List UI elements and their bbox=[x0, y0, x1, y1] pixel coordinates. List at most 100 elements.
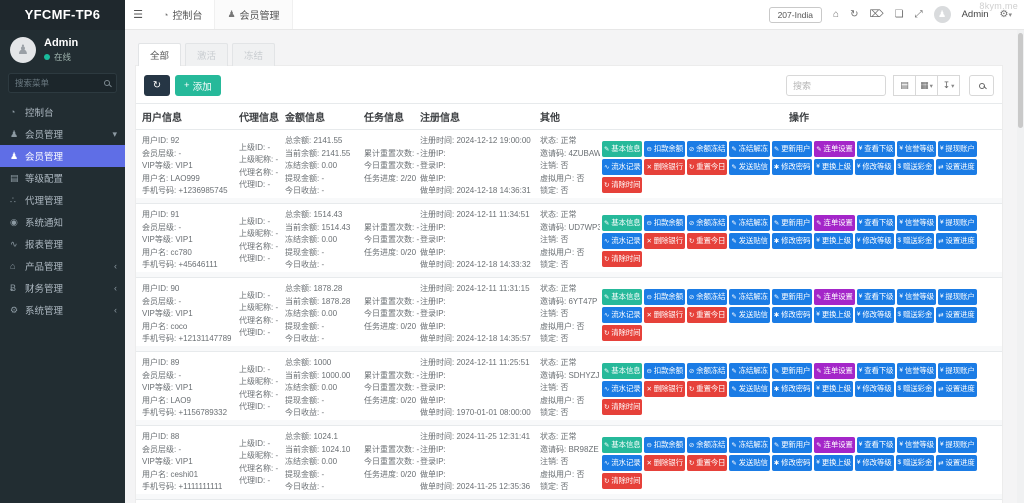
action-set-progress-button[interactable]: ⇄设置进度 bbox=[936, 233, 976, 249]
action-clear-time-button[interactable]: ↻清除时间 bbox=[602, 325, 642, 341]
table-search-input[interactable] bbox=[786, 75, 886, 96]
action-send-message-button[interactable]: ✎发送贴信 bbox=[729, 455, 769, 471]
sidebar-item-system[interactable]: ⚙系统管理‹ bbox=[0, 299, 125, 321]
action-clear-time-button[interactable]: ↻清除时间 bbox=[602, 399, 642, 415]
action-freeze-balance-button[interactable]: ⊘余额冻结 bbox=[687, 437, 727, 453]
action-change-password-button[interactable]: ✱修改密码 bbox=[772, 307, 812, 323]
action-unfreeze-button[interactable]: ✎冻结解冻 bbox=[729, 289, 769, 305]
action-combo-setting-button[interactable]: ✎连单设置 bbox=[814, 215, 854, 231]
action-change-level-button[interactable]: ¥修改等级 bbox=[855, 381, 894, 397]
action-unfreeze-button[interactable]: ✎冻结解冻 bbox=[729, 437, 769, 453]
action-basic-info-button[interactable]: ✎基本信息 bbox=[602, 289, 642, 305]
action-freeze-balance-button[interactable]: ⊘余额冻结 bbox=[687, 141, 727, 157]
topbar-tab-console[interactable]: ◔ 控制台 bbox=[151, 0, 214, 29]
action-deduct-balance-button[interactable]: ⊖扣款余额 bbox=[644, 363, 684, 379]
action-deduct-balance-button[interactable]: ⊖扣款余额 bbox=[644, 141, 684, 157]
action-update-user-button[interactable]: ✎更新用户 bbox=[772, 141, 812, 157]
topbar-tab-members[interactable]: ♟ 会员管理 bbox=[214, 0, 292, 29]
action-view-subordinate-button[interactable]: ¥查看下级 bbox=[857, 215, 896, 231]
action-delete-bank-button[interactable]: ✕删除银行 bbox=[644, 455, 684, 471]
columns-button[interactable]: ▦▾ bbox=[915, 75, 938, 96]
sidebar-item-console[interactable]: ◔控制台 bbox=[0, 101, 125, 123]
page-scrollbar[interactable] bbox=[1017, 30, 1024, 503]
export-button[interactable]: ↧▾ bbox=[937, 75, 960, 96]
action-view-subordinate-button[interactable]: ¥查看下级 bbox=[857, 289, 896, 305]
action-delete-bank-button[interactable]: ✕删除银行 bbox=[644, 307, 684, 323]
action-send-message-button[interactable]: ✎发送贴信 bbox=[729, 159, 769, 175]
action-change-password-button[interactable]: ✱修改密码 bbox=[772, 381, 812, 397]
admin-avatar[interactable]: ♟ bbox=[934, 6, 951, 23]
action-deduct-balance-button[interactable]: ⊖扣款余额 bbox=[644, 215, 684, 231]
action-credit-level-button[interactable]: ¥信誉等级 bbox=[897, 215, 936, 231]
action-combo-setting-button[interactable]: ✎连单设置 bbox=[814, 363, 854, 379]
tab-frozen[interactable]: 冻结 bbox=[232, 43, 275, 66]
action-combo-setting-button[interactable]: ✎连单设置 bbox=[814, 141, 854, 157]
home-icon[interactable]: ⌂ bbox=[833, 9, 839, 20]
action-flow-records-button[interactable]: ∿流水记录 bbox=[602, 455, 642, 471]
sidebar-item-agent[interactable]: ∴代理管理 bbox=[0, 189, 125, 211]
trash-icon[interactable]: ⌦ bbox=[869, 9, 883, 20]
action-send-message-button[interactable]: ✎发送贴信 bbox=[729, 381, 769, 397]
action-change-level-button[interactable]: ¥修改等级 bbox=[855, 159, 894, 175]
action-credit-level-button[interactable]: ¥信誉等级 bbox=[897, 363, 936, 379]
refresh-icon[interactable]: ↻ bbox=[850, 9, 858, 20]
action-unfreeze-button[interactable]: ✎冻结解冻 bbox=[729, 363, 769, 379]
action-delete-bank-button[interactable]: ✕删除银行 bbox=[644, 233, 684, 249]
action-send-message-button[interactable]: ✎发送贴信 bbox=[729, 233, 769, 249]
sidebar-search[interactable] bbox=[8, 73, 117, 93]
action-freeze-balance-button[interactable]: ⊘余额冻结 bbox=[687, 289, 727, 305]
tab-all[interactable]: 全部 bbox=[138, 43, 181, 66]
action-change-password-button[interactable]: ✱修改密码 bbox=[772, 455, 812, 471]
scrollbar-thumb[interactable] bbox=[1018, 33, 1023, 128]
action-credit-level-button[interactable]: ¥信誉等级 bbox=[897, 437, 936, 453]
action-change-level-button[interactable]: ¥修改等级 bbox=[855, 233, 894, 249]
action-change-level-button[interactable]: ¥修改等级 bbox=[855, 307, 894, 323]
hamburger-icon[interactable]: ☰ bbox=[125, 0, 151, 29]
sidebar-item-member[interactable]: ♟会员管理 bbox=[0, 145, 125, 167]
action-change-parent-button[interactable]: ¥更换上级 bbox=[814, 455, 853, 471]
action-view-subordinate-button[interactable]: ¥查看下级 bbox=[857, 141, 896, 157]
action-change-password-button[interactable]: ✱修改密码 bbox=[772, 159, 812, 175]
sidebar-item-product[interactable]: ⌂产品管理‹ bbox=[0, 255, 125, 277]
action-gift-bonus-button[interactable]: $赠送彩金 bbox=[896, 307, 935, 323]
action-set-progress-button[interactable]: ⇄设置进度 bbox=[936, 381, 976, 397]
refresh-button[interactable]: ↻ bbox=[144, 75, 170, 96]
action-flow-records-button[interactable]: ∿流水记录 bbox=[602, 159, 642, 175]
action-update-user-button[interactable]: ✎更新用户 bbox=[772, 289, 812, 305]
action-withdraw-account-button[interactable]: ¥提现账户 bbox=[938, 363, 977, 379]
action-withdraw-account-button[interactable]: ¥提现账户 bbox=[938, 215, 977, 231]
action-gift-bonus-button[interactable]: $赠送彩金 bbox=[896, 381, 935, 397]
action-update-user-button[interactable]: ✎更新用户 bbox=[772, 437, 812, 453]
region-selector[interactable]: 207-India bbox=[769, 7, 822, 23]
search-button[interactable] bbox=[969, 75, 994, 96]
action-send-message-button[interactable]: ✎发送贴信 bbox=[729, 307, 769, 323]
action-withdraw-account-button[interactable]: ¥提现账户 bbox=[938, 437, 977, 453]
action-deduct-balance-button[interactable]: ⊖扣款余额 bbox=[644, 437, 684, 453]
action-set-progress-button[interactable]: ⇄设置进度 bbox=[936, 455, 976, 471]
action-change-parent-button[interactable]: ¥更换上级 bbox=[814, 159, 853, 175]
action-credit-level-button[interactable]: ¥信誉等级 bbox=[897, 141, 936, 157]
add-button[interactable]: +添加 bbox=[175, 75, 221, 96]
action-change-level-button[interactable]: ¥修改等级 bbox=[855, 455, 894, 471]
action-freeze-balance-button[interactable]: ⊘余额冻结 bbox=[687, 215, 727, 231]
sidebar-item-level-config[interactable]: ▤等级配置 bbox=[0, 167, 125, 189]
action-reset-today-button[interactable]: ↻重置今日 bbox=[687, 381, 727, 397]
action-credit-level-button[interactable]: ¥信誉等级 bbox=[897, 289, 936, 305]
action-view-subordinate-button[interactable]: ¥查看下级 bbox=[857, 363, 896, 379]
action-combo-setting-button[interactable]: ✎连单设置 bbox=[814, 437, 854, 453]
copy-icon[interactable]: ❏ bbox=[895, 9, 904, 20]
sidebar-item-notice[interactable]: ◉系统通知 bbox=[0, 211, 125, 233]
action-clear-time-button[interactable]: ↻清除时间 bbox=[602, 251, 642, 267]
action-unfreeze-button[interactable]: ✎冻结解冻 bbox=[729, 215, 769, 231]
action-clear-time-button[interactable]: ↻清除时间 bbox=[602, 177, 642, 193]
action-update-user-button[interactable]: ✎更新用户 bbox=[772, 215, 812, 231]
sidebar-search-input[interactable] bbox=[15, 78, 104, 88]
action-change-password-button[interactable]: ✱修改密码 bbox=[772, 233, 812, 249]
action-view-subordinate-button[interactable]: ¥查看下级 bbox=[857, 437, 896, 453]
action-withdraw-account-button[interactable]: ¥提现账户 bbox=[938, 289, 977, 305]
tab-active[interactable]: 激活 bbox=[185, 43, 228, 66]
action-unfreeze-button[interactable]: ✎冻结解冻 bbox=[729, 141, 769, 157]
sidebar-item-member-group[interactable]: ♟会员管理▾ bbox=[0, 123, 125, 145]
action-reset-today-button[interactable]: ↻重置今日 bbox=[687, 159, 727, 175]
action-change-parent-button[interactable]: ¥更换上级 bbox=[814, 233, 853, 249]
